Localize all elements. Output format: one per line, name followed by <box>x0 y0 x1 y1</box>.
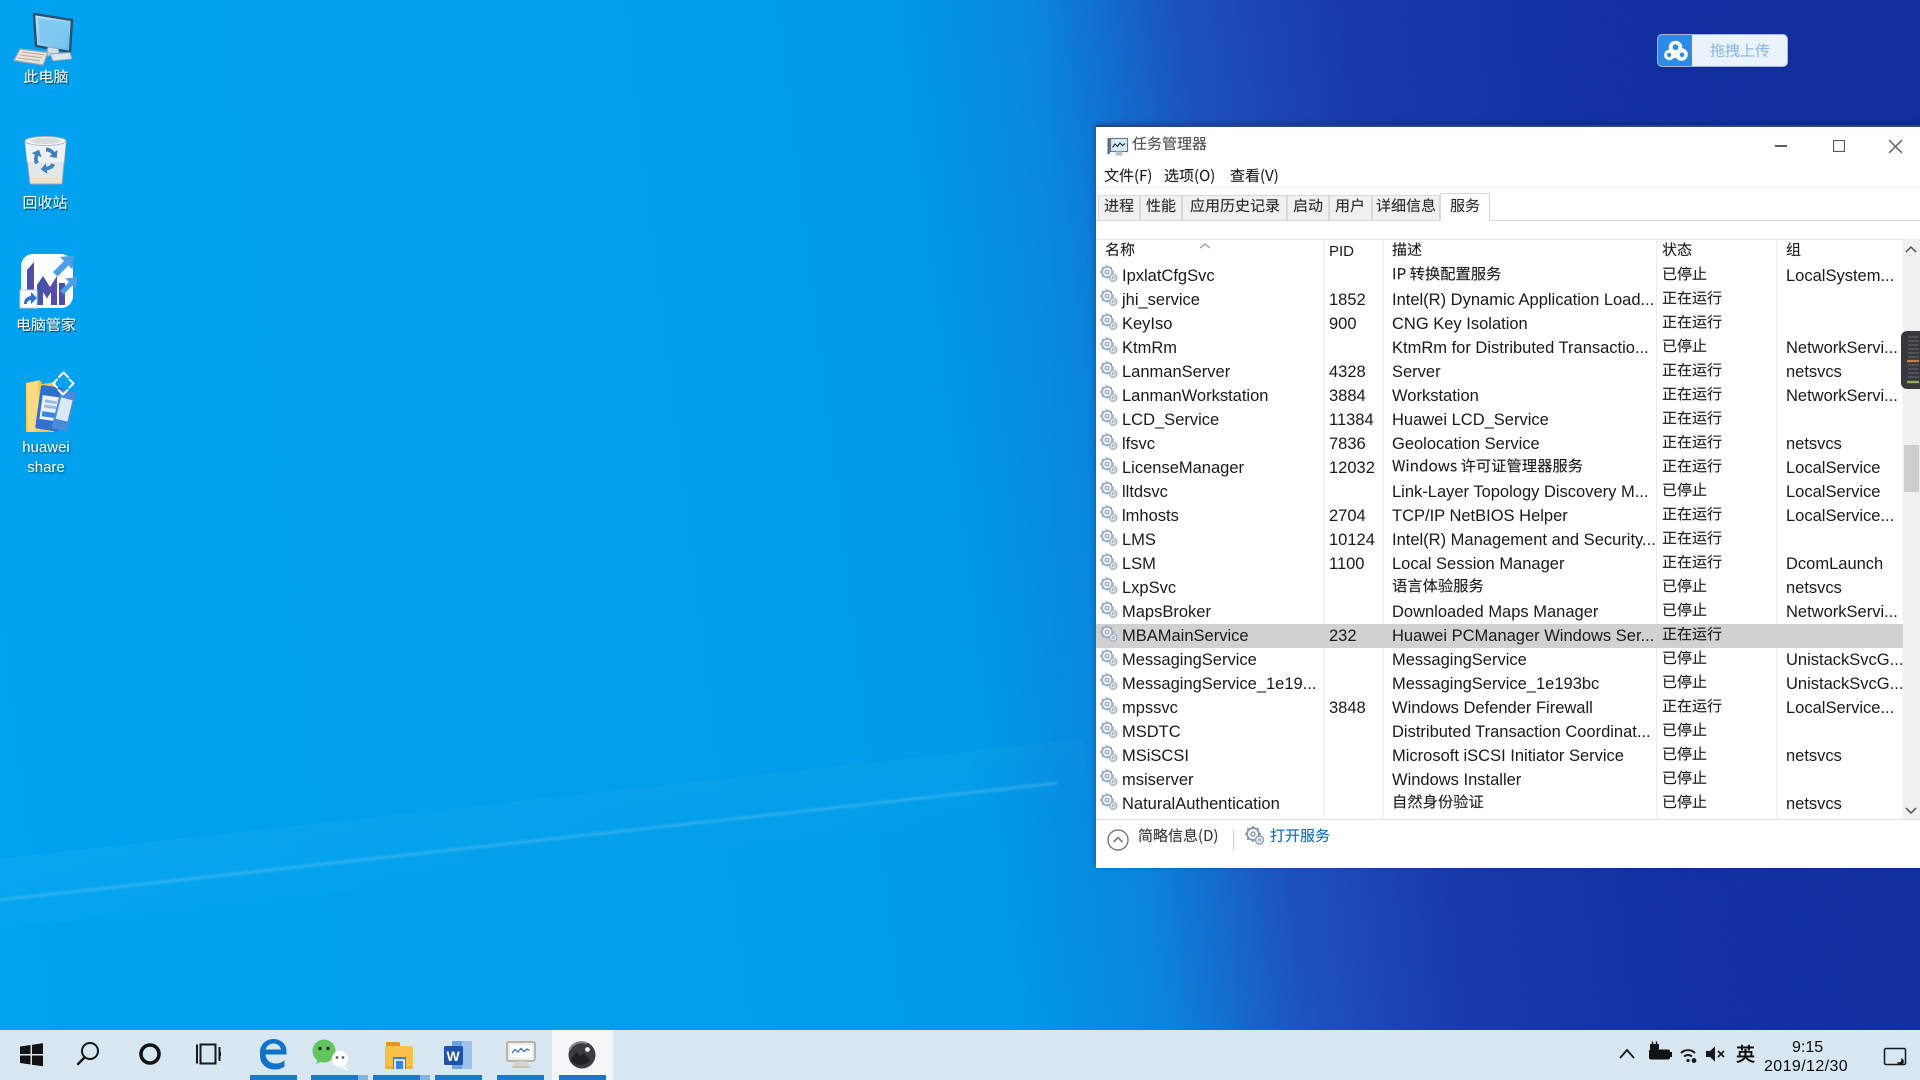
svg-text:W: W <box>447 1048 461 1064</box>
